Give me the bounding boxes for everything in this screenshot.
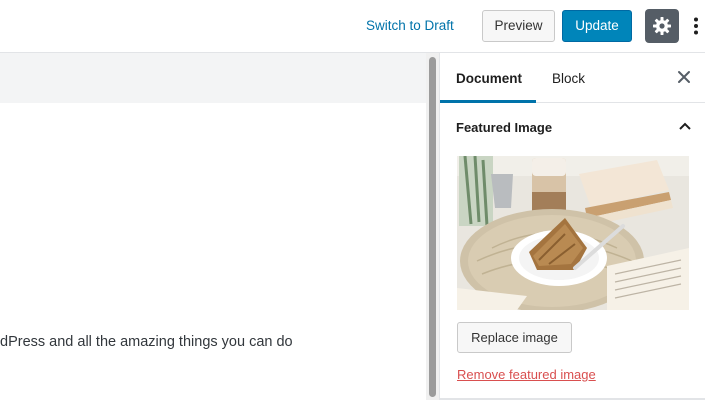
preview-button[interactable]: Preview <box>482 10 555 42</box>
tab-block[interactable]: Block <box>536 53 601 103</box>
more-options-button[interactable] <box>687 9 705 43</box>
settings-button[interactable] <box>645 9 679 43</box>
close-sidebar-button[interactable] <box>677 70 691 84</box>
editor-canvas[interactable]: dPress and all the amazing things you ca… <box>0 53 426 400</box>
settings-sidebar: Document Block Featured Image Replace im… <box>440 53 705 400</box>
scrollbar-thumb[interactable] <box>429 57 436 397</box>
post-title-area[interactable] <box>0 53 426 103</box>
gear-icon <box>653 17 671 35</box>
vertical-ellipsis-icon <box>694 17 698 35</box>
panel-title: Featured Image <box>456 120 553 135</box>
editor-header: Switch to Draft Preview Update <box>0 0 705 53</box>
sidebar-tabs: Document Block <box>440 53 705 103</box>
scrollbar[interactable] <box>426 53 440 400</box>
tab-document[interactable]: Document <box>440 53 536 103</box>
update-button[interactable]: Update <box>562 10 632 42</box>
featured-image-panel-toggle[interactable]: Featured Image <box>440 103 705 153</box>
featured-image-preview[interactable] <box>457 156 689 310</box>
replace-image-button[interactable]: Replace image <box>457 322 572 353</box>
close-icon <box>678 71 690 83</box>
paragraph-text[interactable]: dPress and all the amazing things you ca… <box>0 334 293 350</box>
switch-to-draft-button[interactable]: Switch to Draft <box>360 15 460 37</box>
remove-featured-image-link[interactable]: Remove featured image <box>457 367 596 382</box>
featured-image <box>457 156 689 310</box>
chevron-up-icon <box>679 122 691 130</box>
